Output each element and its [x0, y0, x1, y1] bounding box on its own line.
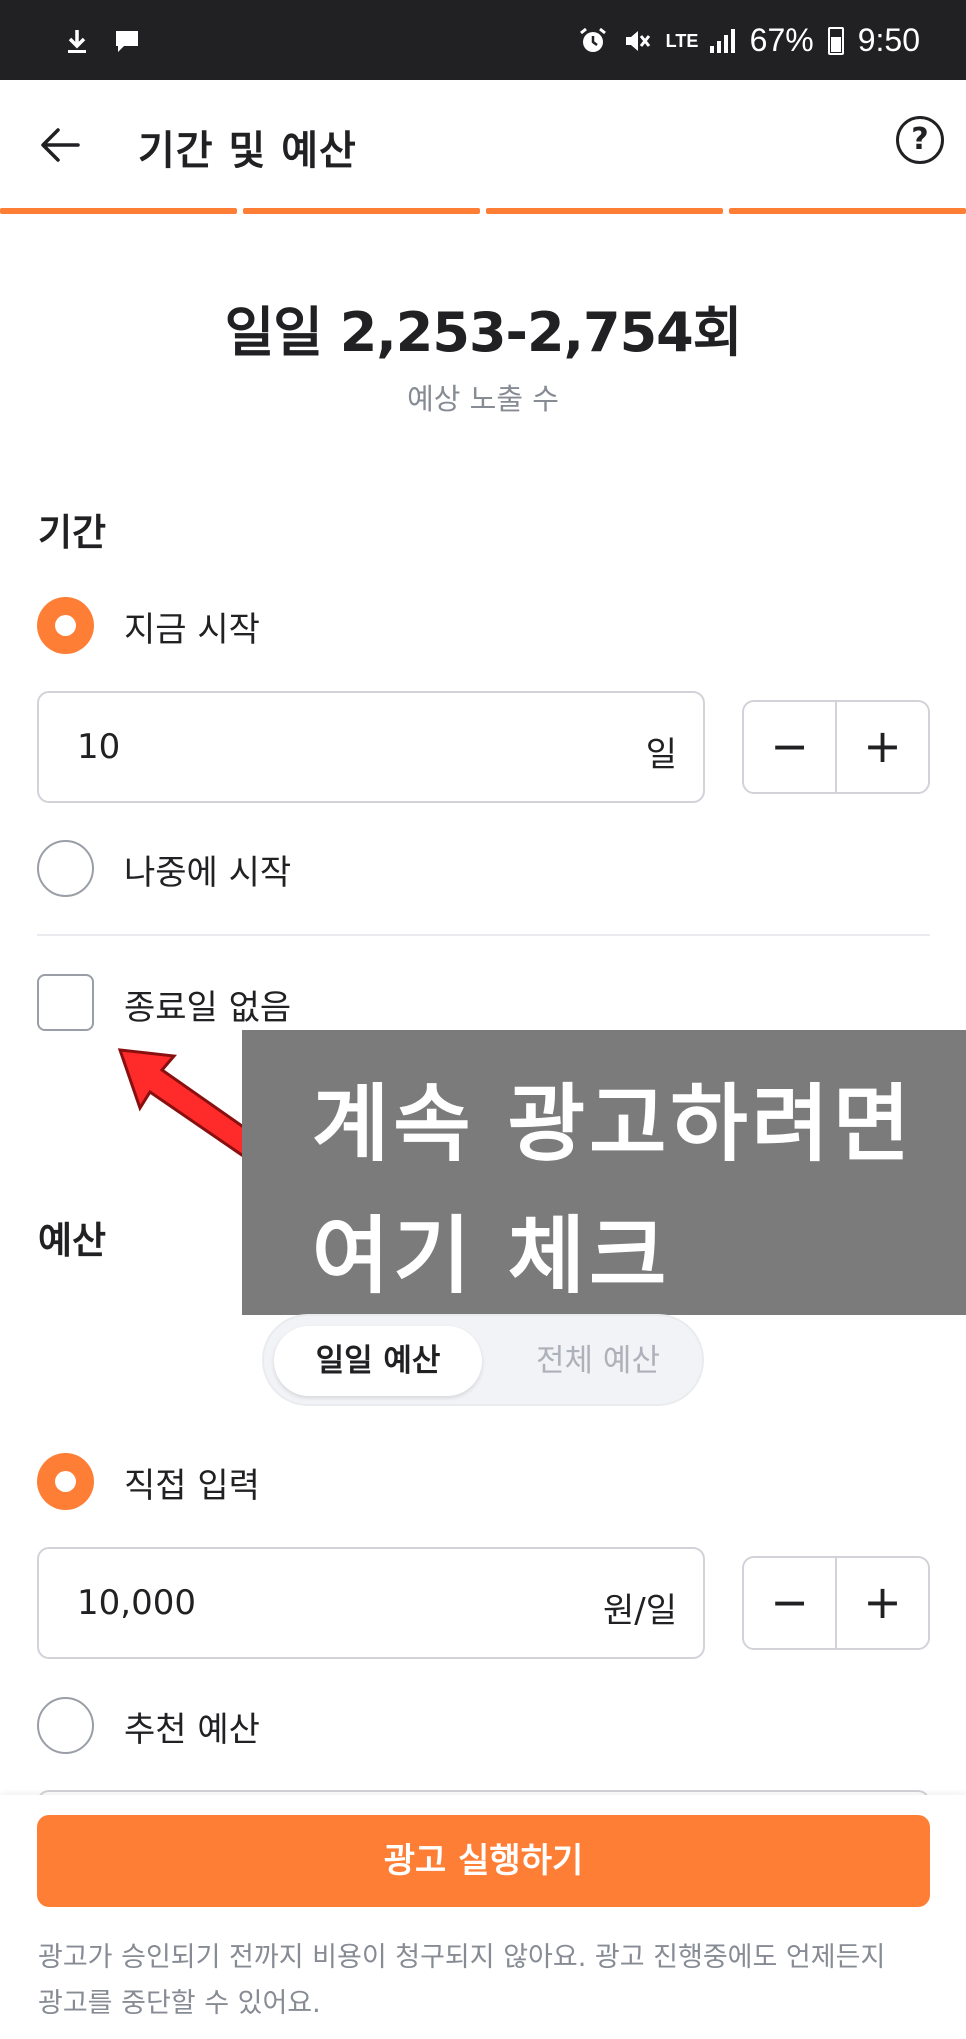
alarm-icon [578, 26, 608, 56]
start-later-radio[interactable] [37, 840, 94, 897]
budget-decrease-button[interactable]: − [744, 1558, 837, 1648]
start-now-label: 지금 시작 [124, 610, 260, 650]
message-icon [112, 26, 142, 56]
network-type: LTE [665, 30, 699, 51]
divider [37, 934, 930, 936]
estimated-impressions: 일일 2,253-2,754회 [224, 301, 743, 364]
start-now-radio[interactable] [37, 597, 94, 654]
annotation-line-2: 여기 체크 [312, 1207, 671, 1305]
no-end-date-checkbox[interactable] [37, 974, 94, 1031]
billing-notice-line-1: 광고가 승인되기 전까지 비용이 청구되지 않아요. 광고 진행중에도 언제든지 [38, 1942, 886, 1973]
progress-step [486, 208, 723, 214]
mute-icon [622, 26, 652, 56]
annotation-overlay: 계속 광고하려면 여기 체크 [242, 1030, 966, 1315]
duration-decrease-button[interactable]: − [744, 702, 837, 792]
download-icon [62, 26, 92, 56]
duration-value: 10 [77, 727, 121, 767]
start-later-label: 나중에 시작 [124, 853, 292, 893]
budget-amount-input[interactable]: 10,000 원/일 [37, 1547, 705, 1659]
billing-notice: 광고가 승인되기 전까지 비용이 청구되지 않아요. 광고 진행중에도 언제든지… [38, 1935, 928, 2027]
budget-stepper: − + [742, 1556, 930, 1650]
no-end-date-label: 종료일 없음 [124, 988, 292, 1028]
clock: 9:50 [857, 22, 920, 58]
manual-budget-label: 직접 입력 [124, 1466, 260, 1506]
battery-percent: 67% [749, 22, 814, 58]
arrow-left-icon [41, 128, 80, 162]
status-bar: LTE 67% 9:50 [0, 0, 966, 80]
run-ad-button[interactable]: 광고 실행하기 [37, 1815, 930, 1907]
signal-icon [706, 26, 736, 56]
step-progress-bar [0, 208, 966, 214]
battery-icon [827, 26, 844, 55]
period-section-title: 기간 [38, 511, 107, 554]
tab-daily-budget[interactable]: 일일 예산 [274, 1326, 482, 1396]
recommended-budget-radio[interactable] [37, 1697, 94, 1754]
billing-notice-line-2: 광고를 중단할 수 있어요. [38, 1988, 321, 2019]
duration-unit: 일 [645, 735, 677, 775]
tab-total-budget[interactable]: 전체 예산 [500, 1326, 696, 1396]
estimated-impressions-label: 예상 노출 수 [407, 382, 559, 416]
page-title: 기간 및 예산 [138, 128, 357, 174]
duration-input[interactable]: 10 일 [37, 691, 705, 803]
duration-stepper: − + [742, 700, 930, 794]
budget-amount-unit: 원/일 [602, 1591, 677, 1631]
duration-increase-button[interactable]: + [837, 702, 928, 792]
bottom-action-bar: 광고 실행하기 광고가 승인되기 전까지 비용이 청구되지 않아요. 광고 진행… [0, 1795, 966, 2039]
budget-increase-button[interactable]: + [837, 1558, 928, 1648]
budget-section-title: 예산 [38, 1219, 107, 1262]
recommended-budget-label: 추천 예산 [124, 1710, 260, 1750]
app-header: 기간 및 예산 ? [0, 80, 966, 210]
progress-step [243, 208, 480, 214]
progress-step [729, 208, 966, 214]
budget-type-toggle: 일일 예산 전체 예산 [262, 1314, 704, 1406]
annotation-line-1: 계속 광고하려면 [312, 1075, 915, 1173]
budget-amount-value: 10,000 [77, 1583, 196, 1623]
back-button[interactable] [36, 120, 86, 170]
progress-step [0, 208, 237, 214]
help-button[interactable]: ? [896, 116, 944, 164]
manual-budget-radio[interactable] [37, 1453, 94, 1510]
